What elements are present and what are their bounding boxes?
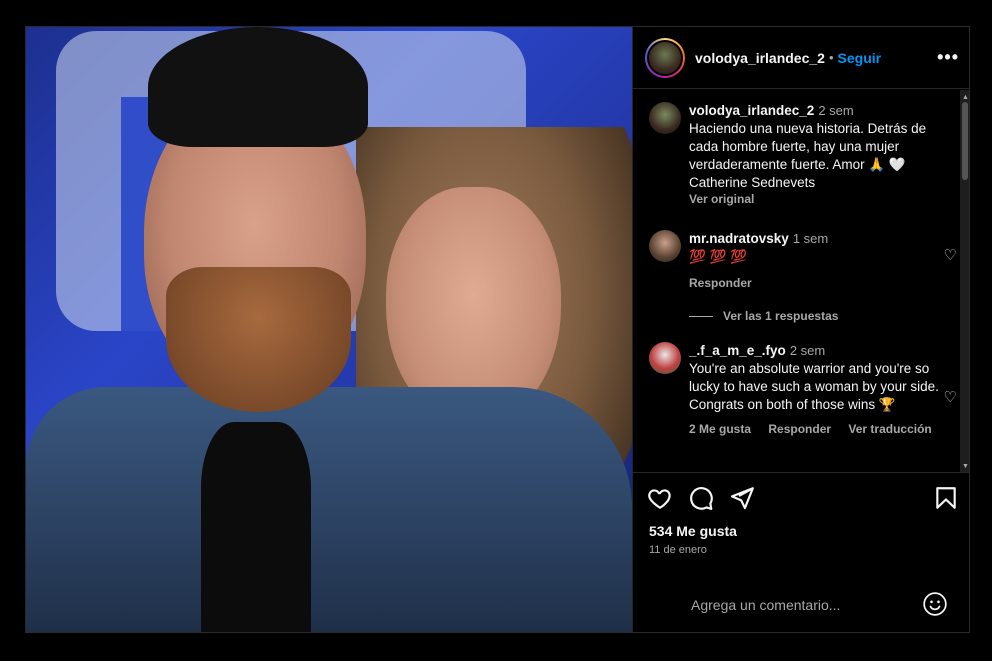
reply-button[interactable]: Responder (689, 276, 752, 290)
follow-button[interactable]: Seguir (838, 50, 882, 66)
separator-dot: • (828, 50, 834, 65)
caption-text: Haciendo una nueva historia. Detrás de c… (689, 121, 927, 190)
translate-link[interactable]: Ver traducción (848, 422, 931, 436)
add-comment-bar (633, 587, 969, 632)
reply-button[interactable]: Responder (768, 422, 831, 436)
comment-item: mr.nadratovsky 1 sem 💯 💯 💯 Responder ♡ (649, 230, 957, 290)
comment-time[interactable]: 2 sem (790, 343, 825, 358)
caption: volodya_irlandec_2 2 sem Haciendo una nue… (649, 102, 949, 206)
comment-text: You're an absolute warrior and you're so… (689, 361, 939, 412)
comments-scrollbar[interactable]: ▲ ▼ (960, 90, 969, 472)
comment-username[interactable]: _.f_a_m_e_.fyo (689, 343, 786, 358)
share-icon[interactable] (729, 485, 755, 511)
comment-text: 💯 💯 💯 (689, 249, 747, 264)
post-photo[interactable] (26, 27, 632, 632)
save-icon[interactable] (933, 485, 959, 511)
like-icon[interactable] (647, 485, 673, 511)
post-side-panel: volodya_irlandec_2 • Seguir ••• volodya_… (632, 27, 969, 632)
comment-icon[interactable] (688, 485, 714, 511)
view-replies-link[interactable]: Ver las 1 respuestas (689, 309, 838, 323)
see-original-link[interactable]: Ver original (689, 192, 754, 206)
post-header: volodya_irlandec_2 • Seguir ••• (633, 27, 969, 89)
comment-time[interactable]: 1 sem (793, 231, 828, 246)
author-username[interactable]: volodya_irlandec_2 (695, 50, 825, 66)
scroll-down-arrow-icon[interactable]: ▼ (962, 463, 969, 470)
scroll-up-arrow-icon[interactable]: ▲ (962, 94, 969, 101)
more-icon[interactable]: ••• (937, 47, 959, 68)
post-date[interactable]: 11 de enero (649, 544, 707, 556)
comment-username[interactable]: mr.nadratovsky (689, 231, 789, 246)
caption-time[interactable]: 2 sem (818, 103, 853, 118)
comment-avatar[interactable] (649, 342, 681, 374)
scrollbar-thumb[interactable] (962, 102, 968, 180)
caption-avatar[interactable] (649, 102, 681, 134)
comment-like-heart-icon[interactable]: ♡ (944, 388, 957, 406)
author-avatar[interactable] (645, 37, 685, 78)
post-actions (647, 485, 959, 515)
likes-count[interactable]: 534 Me gusta (649, 523, 737, 539)
comment-like-heart-icon[interactable]: ♡ (944, 246, 957, 264)
comments-list[interactable]: volodya_irlandec_2 2 sem Haciendo una nue… (633, 90, 969, 473)
replies-divider (689, 315, 713, 317)
comment-avatar[interactable] (649, 230, 681, 262)
view-replies-label: Ver las 1 respuestas (723, 309, 839, 323)
comment-likes-count[interactable]: 2 Me gusta (689, 422, 751, 436)
emoji-icon[interactable] (922, 591, 948, 617)
caption-username[interactable]: volodya_irlandec_2 (689, 103, 814, 118)
comment-item: _.f_a_m_e_.fyo 2 sem You're an absolute w… (649, 342, 957, 436)
post-modal: volodya_irlandec_2 • Seguir ••• volodya_… (25, 26, 970, 633)
comment-input[interactable] (691, 595, 911, 615)
